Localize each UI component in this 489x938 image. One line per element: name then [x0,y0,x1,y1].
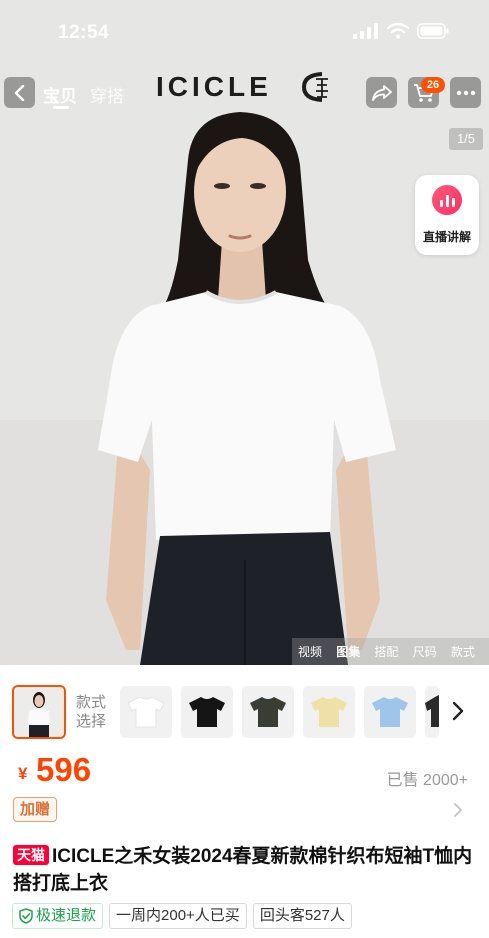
tab-product[interactable]: 宝贝 [43,82,77,107]
tab-outfit[interactable]: 穿搭 [90,82,124,107]
variant-swatch-black[interactable] [181,686,233,738]
media-tabs: 视频 图集 搭配 尺码 款式 [292,638,489,665]
tshirt-blue-icon [372,697,408,727]
wifi-icon [387,23,409,39]
variant-swatch-dark-green[interactable] [242,686,294,738]
media-tab-size[interactable]: 尺码 [413,643,451,660]
live-explain-button[interactable]: 直播讲解 [415,175,479,255]
returning-customers-label: 回头客527人 [259,907,345,924]
service-tags: 极速退款 一周内200+人已买 回头客527人 [12,903,352,929]
variant-swatch-yellow[interactable] [303,686,355,738]
cart-count-badge: 26 [421,77,445,93]
battery-icon [417,23,449,39]
live-chart-icon [432,185,462,215]
status-time: 12:54 [58,22,110,43]
chevron-right-light-icon[interactable] [453,802,463,818]
sold-count: 已售 2000+ [386,772,468,789]
tab-underline [53,106,69,109]
fast-refund-label: 极速退款 [36,907,97,924]
chevron-right-icon[interactable] [451,701,465,721]
tshirt-green-icon [250,697,286,727]
tshirt-black-icon [189,697,225,727]
price-amount: 596 [36,751,92,788]
price-currency: ¥ [18,764,28,783]
back-icon [14,84,24,101]
media-tab-style[interactable]: 款式 [451,643,489,660]
tmall-badge: 天猫 [13,845,49,865]
back-button[interactable] [4,77,35,108]
tshirt-white-icon [127,696,165,728]
variant-selector: 款式 选择 [0,677,489,747]
media-tab-video[interactable]: 视频 [298,643,336,660]
more-icon [456,90,475,95]
product-title: 天猫 ICICLE之禾女装2024春夏新款棉针织布短袖T恤内搭打底上衣 [13,843,473,897]
tshirt-partial-icon [425,695,439,727]
share-icon [371,84,392,101]
more-button[interactable] [450,77,481,108]
product-title-text: ICICLE之禾女装2024春夏新款棉针织布短袖T恤内搭打底上衣 [13,846,473,894]
page-indicator: 1/5 [449,128,483,150]
style-select-label: 款式 选择 [76,694,107,730]
media-tab-outfit[interactable]: 搭配 [374,643,412,660]
model-thumb-icon [14,687,64,737]
media-tab-gallery[interactable]: 图集 [336,643,374,660]
brand-mark-icon [301,72,328,102]
variant-swatch-white[interactable] [120,686,172,738]
shield-check-icon [19,908,33,924]
returning-customers-tag[interactable]: 回头客527人 [252,903,352,929]
share-button[interactable] [366,77,397,108]
live-explain-label: 直播讲解 [422,230,471,244]
brand-logo: ICICLE [156,71,272,102]
product-gallery[interactable]: 12:54 宝贝 穿搭 ICICLE 26 1/5 直播讲解 视频 图集 搭配 … [0,0,489,665]
variant-swatch-blue[interactable] [364,686,416,738]
variant-swatch-partial[interactable] [425,686,439,738]
gift-badge[interactable]: 加赠 [13,797,58,822]
weekly-buyers-label: 一周内200+人已买 [116,907,240,924]
status-icons [353,23,449,39]
tshirt-yellow-icon [311,697,347,727]
weekly-buyers-tag[interactable]: 一周内200+人已买 [109,903,247,929]
selected-variant-thumb[interactable] [12,685,66,739]
fast-refund-tag[interactable]: 极速退款 [12,903,104,929]
signal-icon [353,23,378,39]
